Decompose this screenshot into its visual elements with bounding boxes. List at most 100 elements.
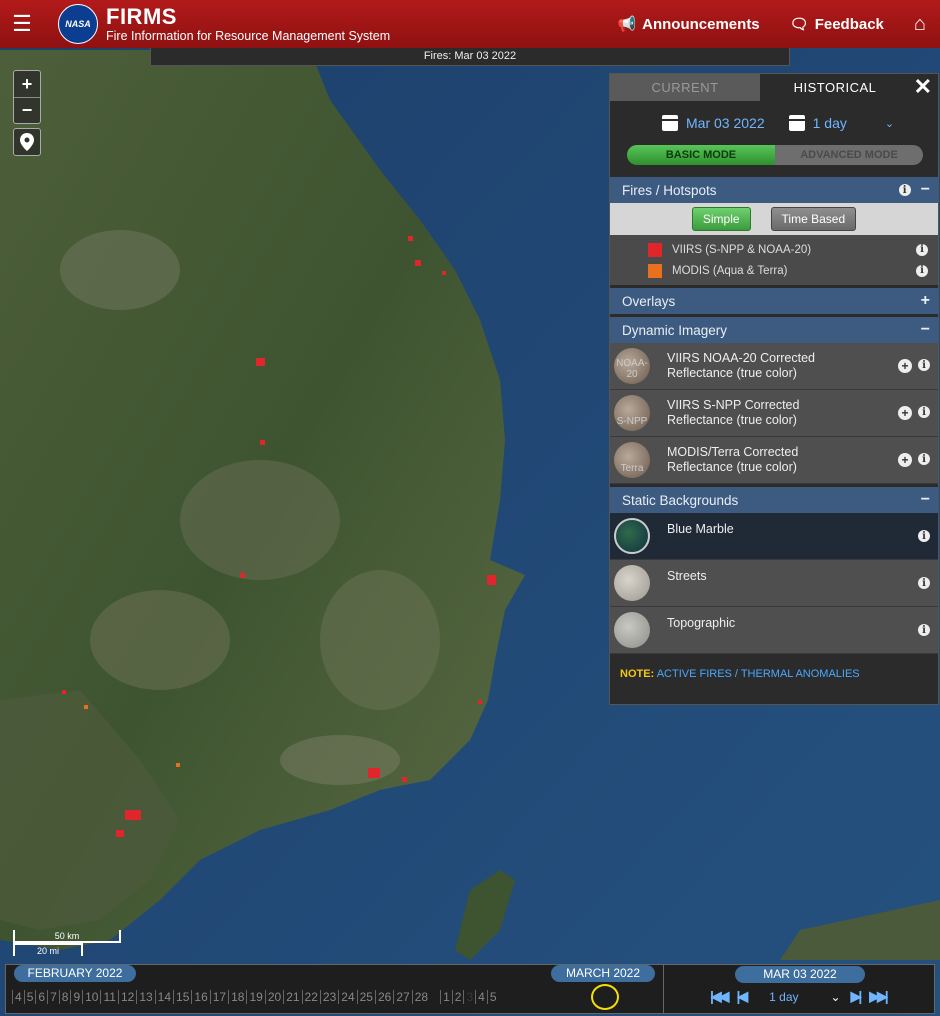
day-tick[interactable]: 15 <box>173 990 191 1004</box>
overlays-title: Overlays <box>622 293 676 309</box>
chevron-down-icon[interactable]: ⌄ <box>885 117 894 130</box>
add-icon[interactable]: + <box>898 453 912 467</box>
scale-mi: 20 mi <box>13 943 83 956</box>
day-tick[interactable]: 2 <box>451 990 464 1004</box>
day-tick[interactable]: 9 <box>70 990 82 1004</box>
current-day-marker[interactable] <box>591 984 619 1010</box>
day-tick[interactable]: 20 <box>264 990 283 1004</box>
day-tick[interactable]: 11 <box>100 990 117 1004</box>
day-tick[interactable]: 4 <box>12 990 24 1004</box>
layer-blue-marble[interactable]: Blue Marble i <box>610 513 938 560</box>
day-tick[interactable]: 22 <box>301 990 320 1004</box>
zoom-out-button[interactable]: − <box>14 97 40 123</box>
layer-name: VIIRS NOAA-20 Corrected <box>667 351 815 365</box>
add-icon[interactable]: + <box>898 359 912 373</box>
day-tick[interactable]: 5 <box>23 990 36 1004</box>
skip-back-icon[interactable]: |◀◀ <box>710 988 730 1005</box>
day-tick[interactable]: 14 <box>154 990 173 1004</box>
expand-icon[interactable]: + <box>921 292 930 310</box>
basic-mode-button[interactable]: BASIC MODE <box>627 145 775 165</box>
menu-icon[interactable]: ☰ <box>0 0 44 48</box>
day-tick[interactable]: 27 <box>393 990 411 1004</box>
info-icon[interactable]: i <box>918 624 930 636</box>
collapse-icon[interactable]: − <box>921 181 930 199</box>
blue-marble-thumbnail <box>614 518 650 554</box>
day-tick[interactable]: 28 <box>411 990 430 1004</box>
day-tick[interactable]: 17 <box>209 990 228 1004</box>
static-backgrounds-header[interactable]: Static Backgrounds − <box>610 487 938 513</box>
range-calendar-icon[interactable] <box>788 115 805 131</box>
day-tick[interactable]: 1 <box>440 990 452 1004</box>
info-icon[interactable]: i <box>898 184 911 196</box>
collapse-icon[interactable]: − <box>921 321 930 339</box>
announcements-button[interactable]: 📢 Announcements <box>617 15 759 34</box>
calendar-icon[interactable] <box>662 115 678 131</box>
fires-section-header[interactable]: Fires / Hotspots i − <box>610 177 938 203</box>
info-icon[interactable]: i <box>918 577 930 589</box>
day-tick[interactable]: 19 <box>246 990 264 1004</box>
timeline-date[interactable]: MAR 03 2022 <box>735 966 865 983</box>
day-tick[interactable]: 16 <box>191 990 209 1004</box>
close-icon[interactable]: ✕ <box>910 74 938 101</box>
day-tick[interactable]: 21 <box>283 990 301 1004</box>
viirs-swatch <box>648 242 662 257</box>
day-tick[interactable]: 13 <box>136 990 154 1004</box>
day-tick[interactable]: 26 <box>374 990 393 1004</box>
skip-forward-icon[interactable]: ▶▶| <box>869 988 889 1005</box>
layer-topographic[interactable]: Topographic i <box>610 607 938 654</box>
layer-streets[interactable]: Streets i <box>610 560 938 607</box>
layer-thumbnail: S-NPP <box>614 395 650 431</box>
legend-item-modis: MODIS (Aqua & Terra) i <box>610 260 938 281</box>
info-icon[interactable]: i <box>916 243 928 256</box>
day-tick[interactable]: 10 <box>82 990 100 1004</box>
timeline-bar: FEBRUARY 2022 MARCH 2022 4 5 6 7 8 9 10 11 12 13 1… <box>5 964 935 1014</box>
note-link[interactable]: ACTIVE FIRES / THERMAL ANOMALIES <box>657 668 860 680</box>
add-icon[interactable]: + <box>898 406 912 420</box>
layer-viirs-noaa20[interactable]: NOAA-20 VIIRS NOAA-20 Corrected Reflectan… <box>610 343 938 390</box>
day-tick[interactable]: 8 <box>58 990 71 1004</box>
day-tick[interactable]: 4 <box>475 990 487 1004</box>
feedback-button[interactable]: 🗨 Feedback <box>790 15 884 34</box>
info-icon[interactable]: i <box>918 530 930 542</box>
home-icon[interactable]: ⌂ <box>914 13 926 36</box>
day-tick[interactable]: 25 <box>356 990 375 1004</box>
simple-button[interactable]: Simple <box>691 207 751 231</box>
chevron-down-icon[interactable]: ⌄ <box>831 990 841 1004</box>
layer-viirs-snpp[interactable]: S-NPP VIIRS S-NPP Corrected Reflectance (… <box>610 390 938 437</box>
info-icon[interactable]: i <box>918 406 930 418</box>
time-based-button[interactable]: Time Based <box>770 207 857 231</box>
location-pin-icon[interactable] <box>13 128 41 156</box>
advanced-mode-button[interactable]: ADVANCED MODE <box>775 145 923 165</box>
layer-modis-terra[interactable]: Terra MODIS/Terra Corrected Reflectance (… <box>610 437 938 484</box>
day-tick[interactable]: 12 <box>117 990 136 1004</box>
layer-desc: Reflectance (true color) <box>667 460 797 474</box>
day-tick[interactable]: 18 <box>228 990 246 1004</box>
day-ticks: 4 5 6 7 8 9 10 11 12 13 14 15 16 17 18 19 20 21 22 23 24 25 26… <box>12 990 499 1004</box>
day-tick[interactable]: 24 <box>338 990 356 1004</box>
step-back-icon[interactable]: |◀ <box>736 988 748 1005</box>
overlays-section-header[interactable]: Overlays + <box>610 288 938 314</box>
collapse-icon[interactable]: − <box>921 491 930 509</box>
dynamic-imagery-title: Dynamic Imagery <box>622 322 728 338</box>
dynamic-imagery-header[interactable]: Dynamic Imagery − <box>610 317 938 343</box>
day-tick[interactable]: 23 <box>319 990 338 1004</box>
map-scale: 50 km 20 mi <box>13 930 121 956</box>
day-tick[interactable]: 7 <box>47 990 59 1004</box>
info-icon[interactable]: i <box>918 359 930 371</box>
day-tick[interactable]: 6 <box>35 990 47 1004</box>
range-value[interactable]: 1 day <box>813 115 847 131</box>
timeline-range[interactable]: 1 day <box>769 990 798 1004</box>
tab-historical[interactable]: HISTORICAL <box>760 74 910 101</box>
layer-name: MODIS/Terra Corrected <box>667 445 799 459</box>
layer-thumbnail: Terra <box>614 442 650 478</box>
info-icon[interactable]: i <box>918 453 930 465</box>
info-icon[interactable]: i <box>916 264 928 277</box>
nasa-logo: NASA <box>58 4 98 44</box>
zoom-in-button[interactable]: + <box>14 71 40 97</box>
topographic-thumbnail <box>614 612 650 648</box>
day-tick[interactable]: 3 <box>463 990 475 1004</box>
tab-current[interactable]: CURRENT <box>610 74 760 101</box>
step-forward-icon[interactable]: ▶| <box>851 988 863 1005</box>
day-tick[interactable]: 5 <box>486 990 499 1004</box>
date-value[interactable]: Mar 03 2022 <box>686 115 765 131</box>
